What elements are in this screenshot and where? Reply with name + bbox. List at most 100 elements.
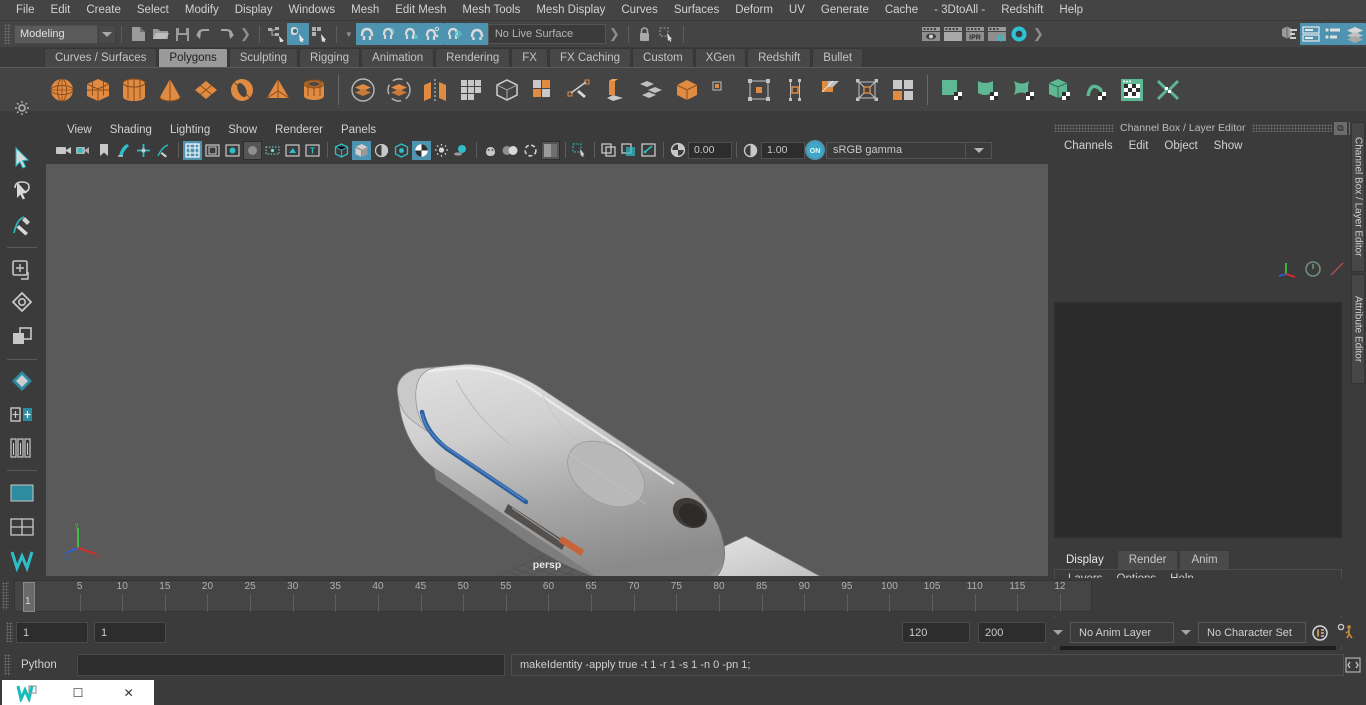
soft-modification-tool[interactable] bbox=[6, 364, 38, 398]
menu-3dtoall[interactable]: - 3DtoAll - bbox=[926, 0, 993, 20]
tab-render[interactable]: Render bbox=[1116, 550, 1179, 569]
menu-mesh-tools[interactable]: Mesh Tools bbox=[454, 0, 528, 20]
status-line-collapse-2[interactable]: ▼ bbox=[345, 30, 353, 39]
color-space-field[interactable]: sRGB gamma bbox=[826, 141, 966, 159]
camera-attributes-icon[interactable] bbox=[74, 141, 93, 160]
select-tool[interactable] bbox=[6, 141, 38, 175]
selection-highlight-icon[interactable] bbox=[283, 141, 302, 160]
viewport-menu-show[interactable]: Show bbox=[219, 124, 266, 136]
image-plane-icon[interactable] bbox=[114, 141, 133, 160]
lasso-select-tool[interactable] bbox=[6, 175, 38, 209]
menu-edit[interactable]: Edit bbox=[43, 0, 79, 20]
resolution-gate-icon[interactable] bbox=[223, 141, 242, 160]
smooth-shade-all-icon[interactable] bbox=[352, 140, 371, 160]
menu-mesh[interactable]: Mesh bbox=[343, 0, 387, 20]
shelf-tab-rigging[interactable]: Rigging bbox=[299, 48, 361, 67]
animation-start-field[interactable]: 1 bbox=[16, 622, 88, 643]
render-current-frame-icon[interactable] bbox=[920, 23, 942, 45]
film-origin-icon[interactable] bbox=[263, 141, 282, 160]
shelf-tab-custom[interactable]: Custom bbox=[632, 48, 694, 67]
lock-icon[interactable] bbox=[634, 23, 656, 45]
animation-end-field[interactable]: 200 bbox=[978, 622, 1046, 643]
lighting-icon[interactable] bbox=[432, 141, 451, 160]
textured-icon[interactable] bbox=[412, 140, 431, 160]
poly-cone-icon[interactable] bbox=[152, 72, 188, 108]
isolate-select-icon[interactable] bbox=[570, 141, 589, 160]
outliner-icon[interactable] bbox=[1278, 23, 1300, 45]
transfer-attributes-icon[interactable] bbox=[849, 72, 885, 108]
motion-blur-icon[interactable] bbox=[501, 141, 520, 160]
poly-cylinder-icon[interactable] bbox=[116, 72, 152, 108]
target-weld-icon[interactable] bbox=[597, 72, 633, 108]
last-tool-used[interactable] bbox=[6, 432, 38, 466]
multisample-icon[interactable] bbox=[521, 141, 540, 160]
maya-app-icon[interactable] bbox=[2, 680, 53, 705]
poly-color-set-icon[interactable] bbox=[885, 72, 921, 108]
combine-icon[interactable] bbox=[345, 72, 381, 108]
shelf-tab-animation[interactable]: Animation bbox=[361, 48, 435, 67]
range-slider-grip[interactable] bbox=[6, 622, 13, 642]
use-default-material-icon[interactable] bbox=[392, 141, 411, 160]
redo-icon[interactable] bbox=[215, 23, 237, 45]
exposure-icon[interactable] bbox=[668, 141, 687, 160]
speed-dial-icon[interactable] bbox=[1304, 260, 1322, 281]
make-live-icon[interactable] bbox=[465, 23, 488, 45]
channelbox-menu-edit[interactable]: Edit bbox=[1121, 140, 1157, 152]
range-start-field[interactable]: 1 bbox=[94, 622, 166, 643]
rotate-tool[interactable] bbox=[6, 286, 38, 320]
multi-cut-icon[interactable] bbox=[561, 72, 597, 108]
uv-automatic-map-icon[interactable] bbox=[1042, 72, 1078, 108]
menu-redshift[interactable]: Redshift bbox=[993, 0, 1051, 20]
extrude-icon[interactable] bbox=[453, 72, 489, 108]
menu-help[interactable]: Help bbox=[1051, 0, 1091, 20]
exposure-value-field[interactable]: 0.00 bbox=[688, 141, 732, 159]
smooth-icon[interactable] bbox=[705, 72, 741, 108]
uv-planar-map-icon[interactable] bbox=[934, 72, 970, 108]
shelf-tab-fx[interactable]: FX bbox=[511, 48, 548, 67]
script-editor-icon[interactable] bbox=[1343, 654, 1363, 676]
maya-logo-icon[interactable] bbox=[6, 543, 38, 577]
persp-layout-icon[interactable] bbox=[6, 476, 38, 510]
poly-torus-icon[interactable] bbox=[224, 72, 260, 108]
color-space-dropdown-arrow[interactable] bbox=[966, 141, 992, 159]
manipulator-axes-icon[interactable] bbox=[1278, 260, 1298, 281]
time-slider-grip[interactable] bbox=[2, 582, 9, 610]
uv-cut-sew-icon[interactable] bbox=[1150, 72, 1186, 108]
layer-editor-icon[interactable] bbox=[1344, 23, 1366, 45]
channelbox-menu-object[interactable]: Object bbox=[1156, 140, 1205, 152]
range-end-field[interactable]: 120 bbox=[902, 622, 970, 643]
open-scene-icon[interactable] bbox=[149, 23, 171, 45]
show-manipulator-tool[interactable] bbox=[6, 398, 38, 432]
sidetab-attribute-editor[interactable]: Attribute Editor bbox=[1351, 274, 1365, 384]
character-set-dropdown-arrow[interactable] bbox=[1178, 622, 1194, 643]
gamma-value-field[interactable]: 1.00 bbox=[761, 141, 805, 159]
poly-pipe-icon[interactable] bbox=[296, 72, 332, 108]
status-line-collapse-1[interactable]: ❯ bbox=[240, 26, 251, 42]
shelf-tab-rendering[interactable]: Rendering bbox=[435, 48, 511, 67]
viewport-menu-shading[interactable]: Shading bbox=[101, 124, 161, 136]
snap-to-point-icon[interactable] bbox=[399, 23, 422, 45]
sculpt-icon[interactable] bbox=[777, 72, 813, 108]
save-scene-icon[interactable] bbox=[171, 23, 193, 45]
viewport-menu-renderer[interactable]: Renderer bbox=[266, 124, 332, 136]
command-input-field[interactable] bbox=[77, 654, 505, 676]
select-hierarchy-icon[interactable] bbox=[265, 23, 287, 45]
menu-set-dropdown-arrow[interactable] bbox=[98, 24, 116, 44]
snap-to-curve-icon[interactable] bbox=[377, 23, 400, 45]
channelbox-menu-channels[interactable]: Channels bbox=[1056, 140, 1121, 152]
shelf-tab-xgen[interactable]: XGen bbox=[694, 48, 747, 67]
anim-layer-field[interactable]: No Anim Layer bbox=[1070, 622, 1174, 643]
separate-icon[interactable] bbox=[381, 72, 417, 108]
new-scene-icon[interactable] bbox=[127, 23, 149, 45]
undock-panel-icon[interactable]: ⧉ bbox=[1334, 121, 1347, 135]
channelbox-menu-show[interactable]: Show bbox=[1206, 140, 1251, 152]
shelf-tab-bullet[interactable]: Bullet bbox=[812, 48, 864, 67]
merge-icon[interactable] bbox=[669, 72, 705, 108]
menu-surfaces[interactable]: Surfaces bbox=[666, 0, 727, 20]
uv-cylindrical-map-icon[interactable] bbox=[970, 72, 1006, 108]
tab-anim[interactable]: Anim bbox=[1179, 550, 1230, 569]
2d-pan-zoom-icon[interactable] bbox=[134, 141, 153, 160]
status-line-collapse-4[interactable]: ❯ bbox=[1033, 26, 1044, 42]
undo-icon[interactable] bbox=[193, 23, 215, 45]
uv-spherical-map-icon[interactable] bbox=[1006, 72, 1042, 108]
